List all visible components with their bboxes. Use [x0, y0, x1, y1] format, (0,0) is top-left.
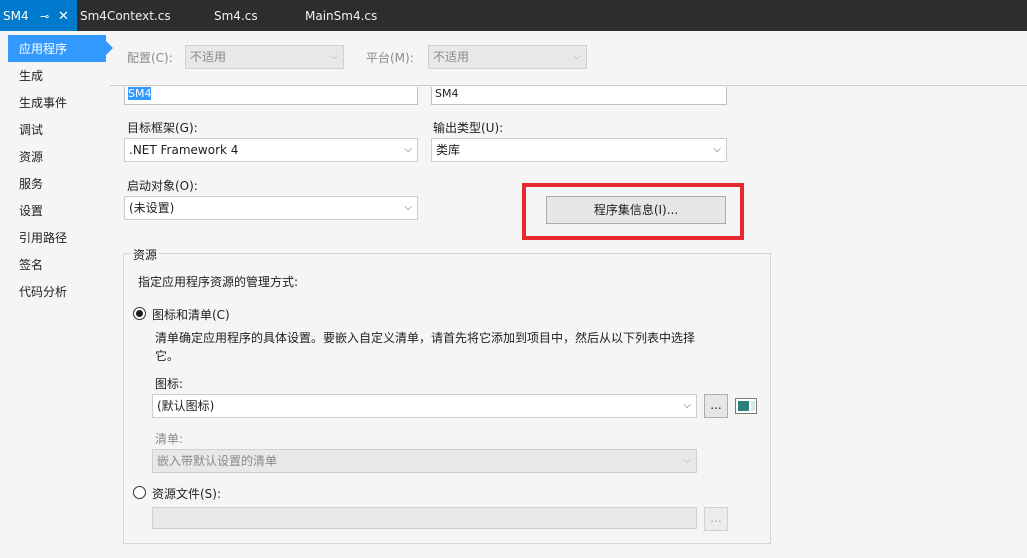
icon-manifest-radio[interactable] — [133, 307, 146, 320]
chevron-down-icon: ⌵ — [683, 400, 691, 411]
tab-sm4-cs[interactable]: Sm4.cs — [214, 0, 258, 31]
properties-nav: 应用程序 生成 生成事件 调试 资源 服务 设置 引用路径 签名 代码分析 — [0, 31, 113, 558]
icon-manifest-label[interactable]: 图标和清单(C) — [152, 306, 230, 323]
manifest-help-text-line2: 它。 — [155, 349, 180, 363]
pin-icon[interactable]: ⊸ — [40, 0, 49, 33]
nav-item-reference-paths[interactable]: 引用路径 — [8, 224, 106, 251]
chevron-down-icon: ⌵ — [404, 202, 412, 213]
configuration-label: 配置(C): — [127, 51, 173, 65]
target-framework-label: 目标框架(G): — [127, 121, 198, 135]
manifest-label: 清单: — [155, 432, 184, 446]
output-type-value: 类库 — [436, 143, 461, 157]
nav-item-debug[interactable]: 调试 — [8, 116, 106, 143]
chevron-down-icon: ⌵ — [404, 144, 412, 155]
default-namespace-input[interactable]: SM4 — [431, 87, 727, 105]
startup-object-select[interactable]: (未设置) ⌵ — [124, 196, 418, 220]
nav-item-build[interactable]: 生成 — [8, 62, 106, 89]
document-tab-strip: SM4 ⊸ ✕ Sm4Context.cs Sm4.cs MainSm4.cs — [0, 0, 1027, 31]
highlight-box — [522, 183, 744, 240]
assembly-name-input[interactable]: SM4 — [124, 87, 418, 105]
nav-item-signing[interactable]: 签名 — [8, 251, 106, 278]
icon-label: 图标: — [155, 377, 184, 391]
output-type-label: 输出类型(U): — [433, 121, 504, 135]
configuration-bar: 配置(C): 不适用 ⌵ 平台(M): 不适用 ⌵ — [110, 31, 1027, 86]
manifest-select[interactable]: 嵌入带默认设置的清单 ⌵ — [152, 449, 697, 473]
icon-select[interactable]: (默认图标) ⌵ — [152, 394, 697, 418]
assembly-name-value: SM4 — [128, 87, 152, 100]
chevron-down-icon: ⌵ — [573, 51, 581, 62]
startup-object-value: (未设置) — [129, 201, 175, 215]
icon-browse-button[interactable]: ... — [704, 394, 728, 418]
target-framework-value: .NET Framework 4 — [129, 143, 239, 157]
tab-sm4[interactable]: SM4 ⊸ ✕ — [0, 0, 77, 31]
output-type-select[interactable]: 类库 ⌵ — [431, 138, 727, 162]
chevron-down-icon: ⌵ — [683, 455, 691, 466]
resource-file-radio[interactable] — [133, 486, 146, 499]
platform-label: 平台(M): — [366, 51, 414, 65]
target-framework-select[interactable]: .NET Framework 4 ⌵ — [124, 138, 418, 162]
nav-item-application[interactable]: 应用程序 — [8, 35, 113, 62]
icon-value: (默认图标) — [157, 399, 215, 413]
platform-select[interactable]: 不适用 ⌵ — [428, 45, 587, 69]
chevron-down-icon: ⌵ — [330, 51, 338, 62]
project-properties-page: 应用程序 生成 生成事件 调试 资源 服务 设置 引用路径 签名 代码分析 配置… — [0, 31, 1027, 558]
tab-mainsm4-cs[interactable]: MainSm4.cs — [305, 0, 377, 31]
resource-file-label[interactable]: 资源文件(S): — [152, 485, 221, 502]
default-namespace-value: SM4 — [435, 87, 459, 100]
resources-description: 指定应用程序资源的管理方式: — [138, 275, 299, 289]
nav-item-resources[interactable]: 资源 — [8, 143, 106, 170]
platform-value: 不适用 — [433, 50, 470, 64]
configuration-select[interactable]: 不适用 ⌵ — [185, 45, 344, 69]
resources-group-title: 资源 — [131, 246, 160, 263]
configuration-value: 不适用 — [190, 50, 227, 64]
resource-file-input[interactable] — [152, 507, 697, 529]
nav-item-services[interactable]: 服务 — [8, 170, 106, 197]
tab-label: SM4 — [3, 9, 29, 23]
manifest-help-text-line1: 清单确定应用程序的具体设置。要嵌入自定义清单，请首先将它添加到项目中，然后从以下… — [155, 331, 696, 345]
startup-object-label: 启动对象(O): — [127, 179, 198, 193]
manifest-value: 嵌入带默认设置的清单 — [157, 454, 278, 468]
close-icon[interactable]: ✕ — [58, 0, 69, 33]
nav-item-code-analysis[interactable]: 代码分析 — [8, 278, 106, 305]
nav-item-build-events[interactable]: 生成事件 — [8, 89, 106, 116]
resource-file-browse-button[interactable]: ... — [704, 507, 728, 531]
chevron-down-icon: ⌵ — [713, 144, 721, 155]
tab-sm4context-cs[interactable]: Sm4Context.cs — [80, 0, 171, 31]
icon-preview-image — [735, 398, 757, 414]
nav-item-settings[interactable]: 设置 — [8, 197, 106, 224]
